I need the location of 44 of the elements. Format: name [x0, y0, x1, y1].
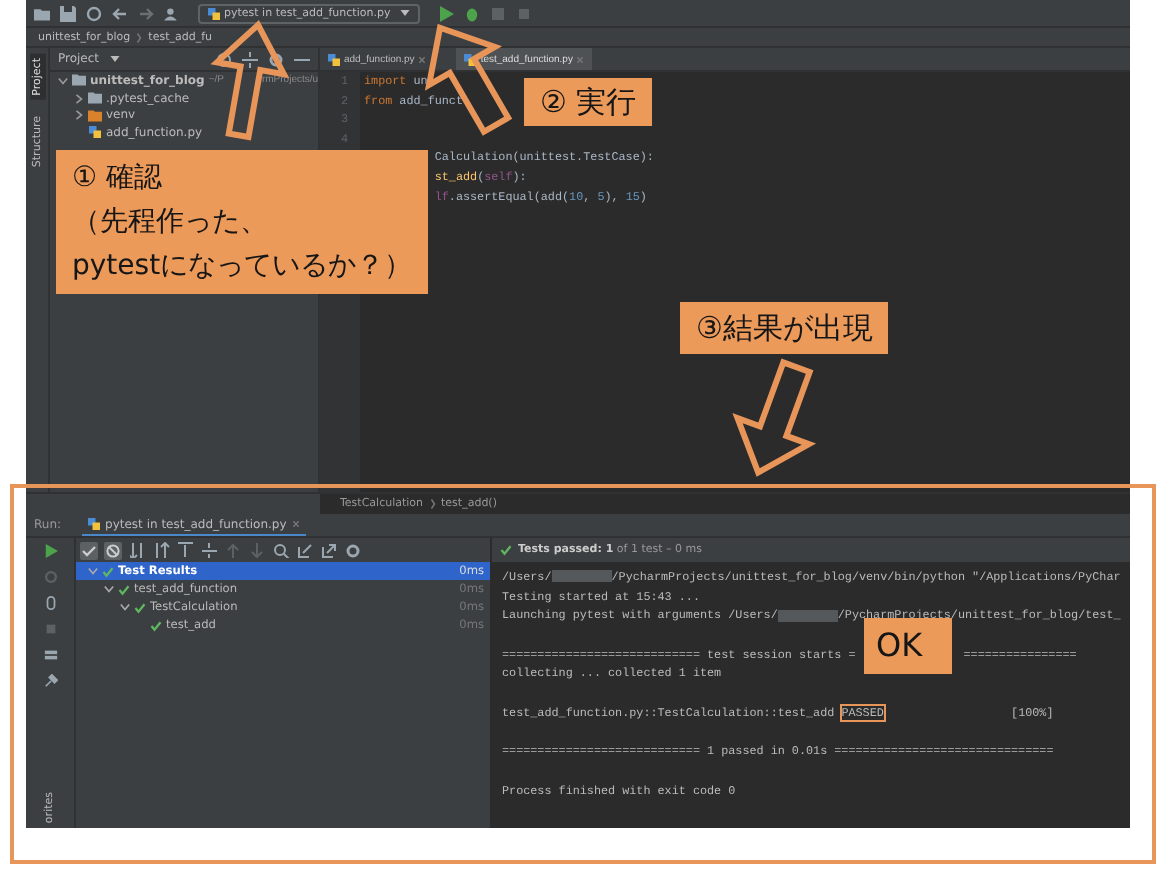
python-file-icon — [88, 126, 102, 139]
caret-icon — [400, 10, 411, 16]
back-arrow-icon[interactable] — [112, 5, 128, 21]
chevron-icon — [136, 31, 143, 43]
python-icon — [87, 518, 100, 530]
python-icon — [208, 7, 220, 19]
export-icon[interactable] — [320, 541, 338, 559]
run-icon[interactable] — [43, 544, 57, 558]
chevron-icon — [429, 498, 436, 510]
chevron-icon[interactable] — [74, 93, 84, 104]
import-icon[interactable] — [296, 541, 314, 559]
search-icon[interactable] — [272, 541, 290, 559]
callout-arrow — [732, 358, 817, 477]
person-icon[interactable] — [164, 5, 180, 21]
folder-icon[interactable] — [34, 5, 50, 21]
callout-label: OK — [864, 618, 952, 674]
chevron-icon[interactable] — [104, 584, 114, 594]
close-icon[interactable] — [292, 520, 301, 528]
callout-label: ③結果が出現 — [680, 302, 889, 354]
sort-icon[interactable] — [152, 541, 170, 559]
chevron-icon[interactable] — [74, 110, 84, 121]
chevron-icon[interactable] — [58, 75, 68, 86]
collapse-icon[interactable] — [200, 541, 218, 559]
save-icon[interactable] — [60, 5, 76, 21]
redaction-bar — [551, 570, 612, 583]
sort-icon[interactable] — [128, 541, 146, 559]
check-icon — [500, 544, 512, 556]
close-icon[interactable] — [418, 55, 427, 63]
check-icon[interactable] — [80, 541, 98, 559]
python-icon — [328, 53, 340, 65]
bug-icon[interactable] — [464, 5, 481, 21]
ignore-icon[interactable] — [104, 541, 122, 559]
layout-icon[interactable] — [43, 648, 57, 662]
pin-icon[interactable] — [43, 674, 57, 688]
callout-label: ② 実行 — [524, 78, 653, 126]
chevron-icon[interactable] — [88, 566, 98, 576]
chevron-icon[interactable] — [120, 602, 130, 612]
collapse-icon[interactable] — [242, 51, 258, 67]
expand-icon[interactable] — [176, 541, 194, 559]
run-icon[interactable] — [438, 5, 455, 21]
caret-icon — [109, 56, 120, 62]
python-icon — [464, 53, 477, 65]
callout-label: ① 確認 （先程作った、 pytestになっているか？） — [56, 150, 429, 294]
redaction-bar — [777, 609, 838, 622]
